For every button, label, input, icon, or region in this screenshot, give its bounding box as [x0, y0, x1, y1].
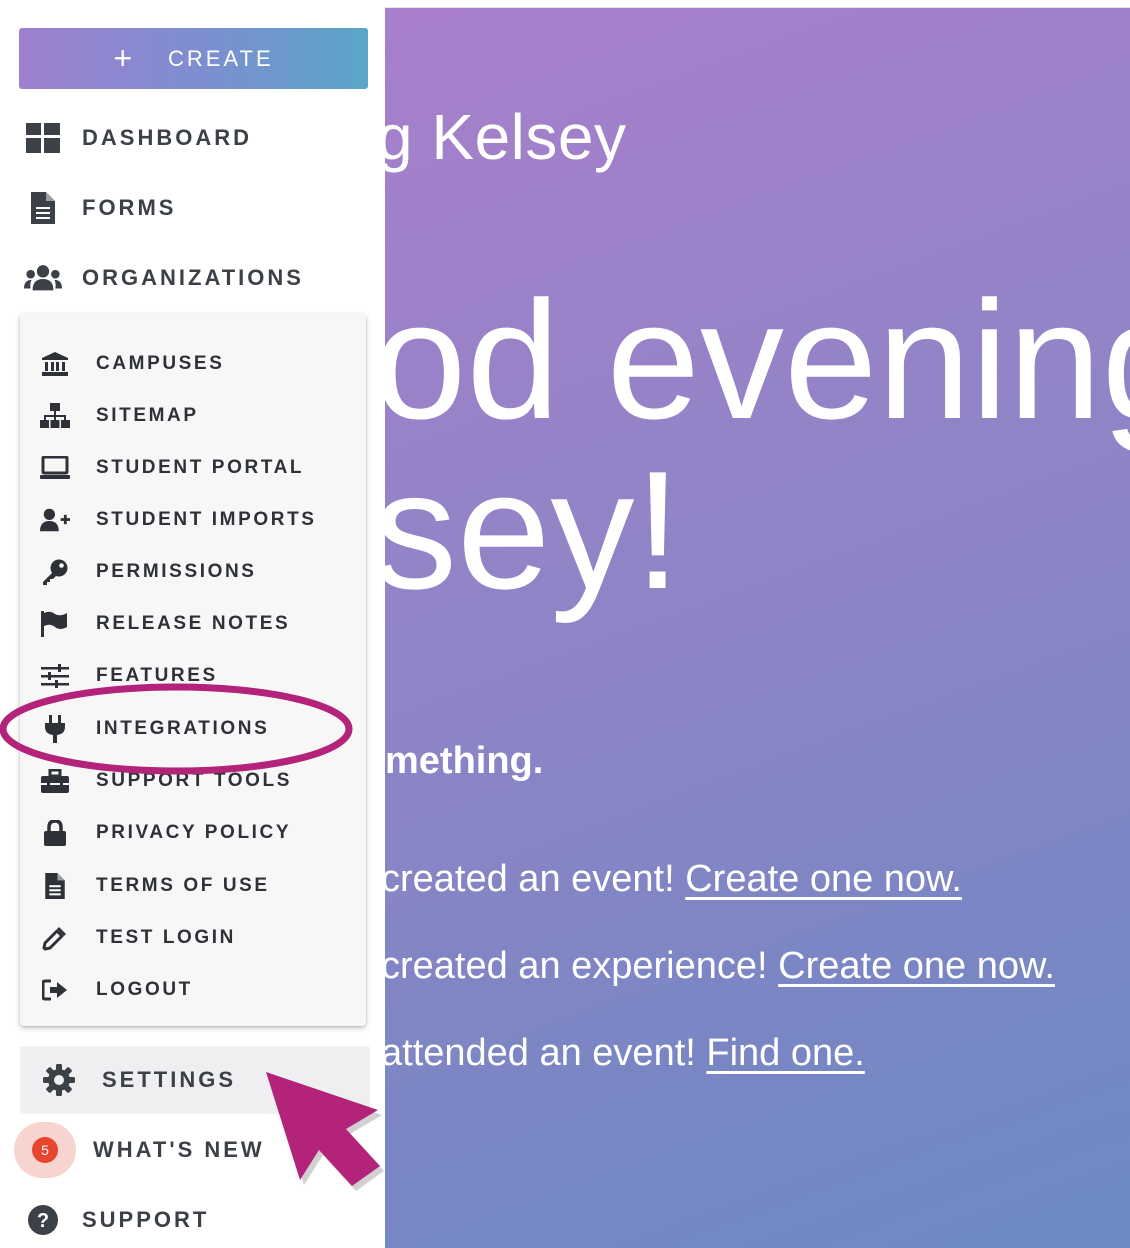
nav-support-label: SUPPORT [82, 1207, 210, 1232]
event-line-text: created an event! [385, 858, 686, 900]
submenu-features-label: FEATURES [96, 665, 218, 686]
notification-badge: 5 [32, 1137, 58, 1163]
nav-settings-label: SETTINGS [102, 1067, 237, 1092]
main-content: g Kelsey od evening, sey! mething. creat… [385, 8, 1130, 1248]
submenu-test-login-label: TEST LOGIN [96, 927, 236, 948]
greeting-big-line2: sey! [385, 436, 682, 624]
organizations-submenu: CAMPUSES SITEMAP STUDENT PORTAL STUDENT … [20, 314, 366, 1026]
nav-organizations[interactable]: ORGANIZATIONS [24, 253, 304, 303]
plug-icon [40, 714, 70, 744]
submenu-permissions-label: PERMISSIONS [96, 561, 257, 582]
nav-support[interactable]: ? SUPPORT [24, 1195, 209, 1245]
submenu-logout-label: LOGOUT [96, 979, 193, 1000]
question-circle-icon: ? [24, 1201, 62, 1239]
submenu-student-portal-label: STUDENT PORTAL [96, 457, 305, 478]
submenu-campuses-label: CAMPUSES [96, 353, 225, 374]
eyedropper-icon [40, 923, 70, 953]
nav-whats-new-label: WHAT'S NEW [93, 1137, 265, 1162]
submenu-integrations-label: INTEGRATIONS [96, 718, 270, 739]
gear-icon [40, 1061, 78, 1099]
document-icon [24, 189, 62, 227]
submenu-sitemap-label: SITEMAP [96, 405, 199, 426]
submenu-privacy-policy[interactable]: PRIVACY POLICY [40, 813, 291, 853]
university-icon [40, 349, 70, 379]
submenu-sitemap[interactable]: SITEMAP [40, 396, 199, 436]
create-button[interactable]: + CREATE [19, 28, 368, 89]
flag-icon [40, 609, 70, 639]
nav-whats-new[interactable]: WHAT'S NEW [93, 1125, 265, 1175]
submenu-student-imports-label: STUDENT IMPORTS [96, 509, 317, 530]
submenu-logout[interactable]: LOGOUT [40, 970, 193, 1010]
create-label: CREATE [168, 45, 274, 71]
dashboard-icon [24, 119, 62, 157]
create-event-link[interactable]: Create one now. [685, 858, 962, 900]
nav-forms[interactable]: FORMS [24, 183, 176, 233]
plus-icon: + [113, 40, 133, 76]
experience-line: created an experience! Create one now. [385, 945, 1055, 988]
find-event-link[interactable]: Find one. [706, 1032, 864, 1074]
greeting-big-line1: od evening, [385, 266, 1130, 454]
create-experience-link[interactable]: Create one now. [778, 945, 1055, 987]
key-icon [40, 557, 70, 587]
submenu-terms-of-use[interactable]: TERMS OF USE [40, 866, 270, 906]
submenu-student-imports[interactable]: STUDENT IMPORTS [40, 500, 317, 540]
submenu-terms-of-use-label: TERMS OF USE [96, 875, 270, 896]
submenu-support-tools[interactable]: SUPPORT TOOLS [40, 761, 292, 801]
nav-organizations-label: ORGANIZATIONS [82, 265, 304, 290]
users-icon [24, 259, 62, 297]
toolbox-icon [40, 766, 70, 796]
submenu-permissions[interactable]: PERMISSIONS [40, 552, 257, 592]
submenu-student-portal[interactable]: STUDENT PORTAL [40, 448, 304, 488]
sign-out-icon [40, 975, 70, 1005]
submenu-test-login[interactable]: TEST LOGIN [40, 918, 236, 958]
sitemap-icon [40, 401, 70, 431]
submenu-features[interactable]: FEATURES [40, 656, 218, 696]
nav-dashboard[interactable]: DASHBOARD [24, 113, 252, 163]
submenu-release-notes-label: RELEASE NOTES [96, 613, 291, 634]
lock-icon [40, 818, 70, 848]
attend-line: attended an event! Find one. [385, 1032, 865, 1075]
submenu-release-notes[interactable]: RELEASE NOTES [40, 604, 290, 644]
nav-forms-label: FORMS [82, 195, 177, 220]
experience-line-text: created an experience! [385, 945, 779, 987]
submenu-privacy-policy-label: PRIVACY POLICY [96, 822, 292, 843]
event-line: created an event! Create one now. [385, 858, 962, 901]
submenu-support-tools-label: SUPPORT TOOLS [96, 770, 293, 791]
sliders-icon [40, 661, 70, 691]
svg-text:?: ? [37, 1210, 49, 1232]
laptop-icon [40, 453, 70, 483]
nav-settings[interactable]: SETTINGS [40, 1055, 236, 1105]
nav-dashboard-label: DASHBOARD [82, 125, 252, 150]
document-icon [40, 871, 70, 901]
attend-line-text: attended an event! [385, 1032, 707, 1074]
greeting-small: g Kelsey [385, 101, 627, 173]
prompt-heading: mething. [385, 740, 544, 782]
submenu-integrations[interactable]: INTEGRATIONS [40, 709, 269, 749]
sidebar: + CREATE DASHBOARD FORMS ORGANIZATIONS C… [0, 0, 385, 1248]
user-plus-icon [40, 505, 70, 535]
submenu-campuses[interactable]: CAMPUSES [40, 344, 224, 384]
